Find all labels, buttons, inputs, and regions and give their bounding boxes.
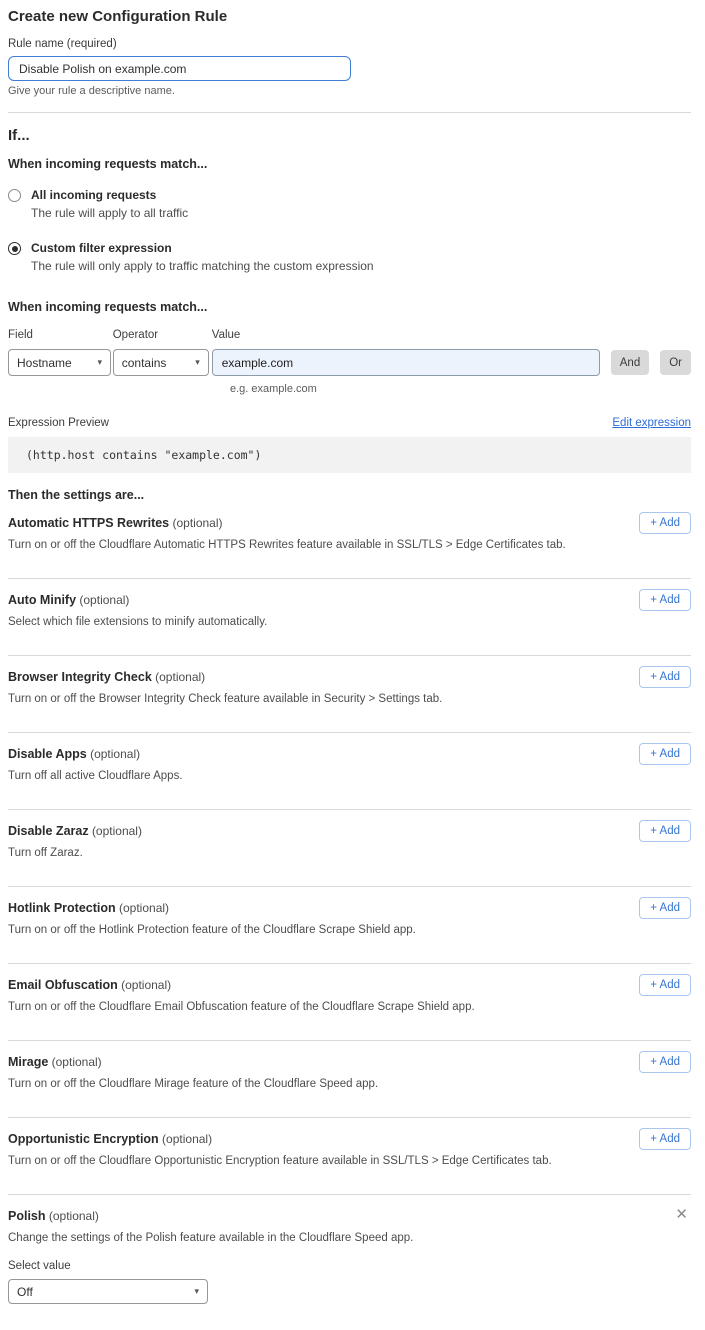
divider xyxy=(8,112,691,113)
radio-label: All incoming requests xyxy=(31,188,188,202)
setting-title: Automatic HTTPS Rewrites xyxy=(8,516,169,530)
add-setting-button[interactable]: + Add xyxy=(639,1051,691,1073)
setting-row-mirage: Mirage (optional) Turn on or off the Clo… xyxy=(8,1041,691,1118)
operator-select-value: contains xyxy=(122,356,167,370)
setting-description: Turn on or off the Cloudflare Opportunis… xyxy=(8,1155,691,1168)
then-settings-heading: Then the settings are... xyxy=(8,488,691,502)
chevron-down-icon: ▾ xyxy=(195,357,200,368)
optional-label: (optional) xyxy=(155,670,205,684)
optional-label: (optional) xyxy=(172,516,222,530)
setting-title: Polish xyxy=(8,1209,46,1223)
setting-description: Turn on or off the Cloudflare Mirage fea… xyxy=(8,1078,691,1091)
add-setting-button[interactable]: + Add xyxy=(639,974,691,996)
matcher-heading: When incoming requests match... xyxy=(8,300,691,314)
add-setting-button[interactable]: + Add xyxy=(639,897,691,919)
setting-description: Turn on or off the Cloudflare Automatic … xyxy=(8,539,691,552)
setting-description: Turn off Zaraz. xyxy=(8,847,691,860)
setting-row-browser-integrity-check: Browser Integrity Check (optional) Turn … xyxy=(8,656,691,733)
add-setting-button[interactable]: + Add xyxy=(639,512,691,534)
radio-selected-icon[interactable] xyxy=(8,242,21,255)
setting-row-polish: Polish (optional) Change the settings of… xyxy=(8,1195,691,1330)
setting-row-auto-minify: Auto Minify (optional) Select which file… xyxy=(8,579,691,656)
optional-label: (optional) xyxy=(162,1132,212,1146)
setting-title: Disable Apps xyxy=(8,747,87,761)
setting-title: Browser Integrity Check xyxy=(8,670,152,684)
add-setting-button[interactable]: + Add xyxy=(639,666,691,688)
add-setting-button[interactable]: + Add xyxy=(639,1128,691,1150)
optional-label: (optional) xyxy=(52,1055,102,1069)
setting-title: Disable Zaraz xyxy=(8,824,89,838)
value-label: Value xyxy=(212,329,600,341)
optional-label: (optional) xyxy=(49,1209,99,1223)
setting-description: Turn on or off the Cloudflare Email Obfu… xyxy=(8,1001,691,1014)
field-select[interactable]: Hostname ▾ xyxy=(8,349,111,376)
setting-description: Turn off all active Cloudflare Apps. xyxy=(8,770,691,783)
setting-row-hotlink-protection: Hotlink Protection (optional) Turn on or… xyxy=(8,887,691,964)
expression-builder-row: Field Hostname ▾ Operator contains ▾ Val… xyxy=(8,329,691,376)
edit-expression-link[interactable]: Edit expression xyxy=(612,417,691,429)
rule-name-helper: Give your rule a descriptive name. xyxy=(8,85,691,97)
polish-value-select[interactable]: Off ▾ xyxy=(8,1279,208,1304)
setting-row-automatic-https-rewrites: Automatic HTTPS Rewrites (optional) Turn… xyxy=(8,502,691,579)
setting-title: Auto Minify xyxy=(8,593,76,607)
rule-name-label: Rule name (required) xyxy=(8,38,691,50)
optional-label: (optional) xyxy=(119,901,169,915)
polish-select-value: Off xyxy=(17,1285,33,1299)
value-helper: e.g. example.com xyxy=(230,383,691,395)
setting-description: Turn on or off the Browser Integrity Che… xyxy=(8,693,691,706)
optional-label: (optional) xyxy=(92,824,142,838)
page-title: Create new Configuration Rule xyxy=(8,8,691,25)
add-setting-button[interactable]: + Add xyxy=(639,820,691,842)
radio-description: The rule will only apply to traffic matc… xyxy=(31,260,374,273)
chevron-down-icon: ▾ xyxy=(194,1286,199,1297)
radio-option-all-incoming[interactable]: All incoming requests The rule will appl… xyxy=(8,188,691,220)
setting-description: Turn on or off the Hotlink Protection fe… xyxy=(8,924,691,937)
radio-label: Custom filter expression xyxy=(31,241,374,255)
field-label: Field xyxy=(8,329,113,341)
select-value-label: Select value xyxy=(8,1260,691,1272)
rule-name-input[interactable] xyxy=(8,56,351,81)
optional-label: (optional) xyxy=(121,978,171,992)
setting-row-opportunistic-encryption: Opportunistic Encryption (optional) Turn… xyxy=(8,1118,691,1195)
setting-row-disable-zaraz: Disable Zaraz (optional) Turn off Zaraz.… xyxy=(8,810,691,887)
add-setting-button[interactable]: + Add xyxy=(639,743,691,765)
setting-title: Hotlink Protection xyxy=(8,901,116,915)
expression-preview-code: (http.host contains "example.com") xyxy=(8,437,691,473)
setting-title: Email Obfuscation xyxy=(8,978,118,992)
setting-title: Mirage xyxy=(8,1055,48,1069)
setting-title: Opportunistic Encryption xyxy=(8,1132,159,1146)
operator-select[interactable]: contains ▾ xyxy=(113,349,209,376)
incoming-requests-heading: When incoming requests match... xyxy=(8,157,691,171)
and-button[interactable]: And xyxy=(611,350,649,375)
radio-unselected-icon[interactable] xyxy=(8,189,21,202)
radio-description: The rule will apply to all traffic xyxy=(31,207,188,220)
field-select-value: Hostname xyxy=(17,356,72,370)
optional-label: (optional) xyxy=(79,593,129,607)
operator-label: Operator xyxy=(113,329,212,341)
if-heading: If... xyxy=(8,127,691,144)
add-setting-button[interactable]: + Add xyxy=(639,589,691,611)
setting-row-disable-apps: Disable Apps (optional) Turn off all act… xyxy=(8,733,691,810)
optional-label: (optional) xyxy=(90,747,140,761)
setting-row-email-obfuscation: Email Obfuscation (optional) Turn on or … xyxy=(8,964,691,1041)
chevron-down-icon: ▾ xyxy=(97,357,102,368)
setting-description: Change the settings of the Polish featur… xyxy=(8,1232,691,1245)
radio-option-custom-filter[interactable]: Custom filter expression The rule will o… xyxy=(8,241,691,273)
close-icon[interactable]: ✕ xyxy=(675,1208,688,1222)
create-configuration-rule-form: Create new Configuration Rule Rule name … xyxy=(0,0,705,1330)
expression-preview-label: Expression Preview xyxy=(8,417,109,429)
or-button[interactable]: Or xyxy=(660,350,691,375)
setting-description: Select which file extensions to minify a… xyxy=(8,616,691,629)
value-input[interactable] xyxy=(212,349,600,376)
